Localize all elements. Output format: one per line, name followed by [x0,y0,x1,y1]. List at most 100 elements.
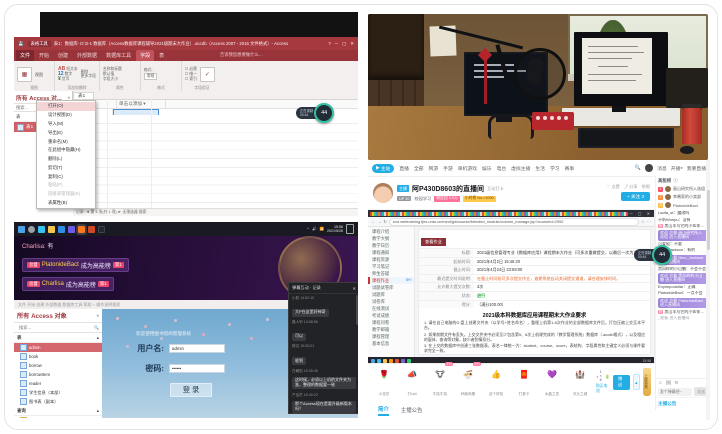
start-stream-link[interactable]: 开播● [671,165,683,172]
danmaku-message-list[interactable]: Laofa_st：魔改吗 不听Wonpu：没有 粉黑山羊与它的小伙伴：不会 欢迎… [656,209,710,378]
app-icon[interactable] [401,359,405,363]
close-icon[interactable]: ✕ [647,211,652,216]
gift-item[interactable]: 🧧 打赏卡 [512,364,536,400]
assignment-page-tab[interactable]: 查看作业 [421,238,446,246]
tray-chevron-icon[interactable]: ^ [307,227,309,231]
gift-item[interactable]: 🌹 小花花 [372,364,396,400]
info-icon[interactable]: ⓘ [673,178,677,184]
smile-icon[interactable]: ☺ [658,380,663,386]
nav-item[interactable]: 赛事 [565,165,575,172]
context-menu-item[interactable]: 导出(E) [37,128,95,137]
context-menu-item[interactable]: 链接表管理器(K) [37,190,95,199]
page-scrollbar[interactable] [706,160,710,420]
nav-group-tables[interactable]: 表 [16,114,21,120]
search-icon[interactable] [28,226,35,233]
follow-button[interactable]: + 关注 3 [621,192,650,201]
context-menu-item[interactable]: 表属性(B) [37,199,95,208]
context-menu-item[interactable]: 在此组中隐藏(H) [37,146,95,155]
ribbon-tab[interactable]: 外部数据 [73,50,101,61]
course-menu-item[interactable]: 试题库 [368,291,414,298]
nav-item[interactable]: 学习 [550,165,560,172]
nav-table-item[interactable]: book [14,352,102,361]
rank-row[interactable]: 2 李酱家的小卖部 [656,193,710,201]
rank-row[interactable]: 1 画山研究所入选组 [656,185,710,193]
edge-icon[interactable] [38,226,45,233]
browser-tabs-crowded[interactable] [370,212,628,216]
course-menu-item[interactable]: 课程管理 [368,333,414,340]
format-select[interactable]: 常规 [144,73,158,80]
login-button[interactable]: 登 录 [170,383,212,397]
short-text-label[interactable]: 短文本 [66,67,77,71]
like-button[interactable]: ♡ 点赞 [607,184,620,190]
edge-icon[interactable] [377,359,381,363]
nav-item[interactable]: 全部 [414,165,424,172]
recorder-timer-ring[interactable]: 44 [652,245,672,265]
nav-group-tables[interactable]: 表 [17,335,21,341]
nav-item[interactable]: 单机游戏 [458,165,477,172]
username-field[interactable] [169,344,225,353]
obs-icon[interactable] [98,226,105,233]
chrome-icon[interactable] [395,359,399,363]
nav-table-item[interactable]: 图书表（副本） [14,397,102,406]
gift-item[interactable]: 半价 🐮 牛哇牛哇 [428,364,452,400]
indexed-checkbox[interactable]: ☐ 索引 [185,77,197,82]
report-button[interactable]: 举报 [642,184,650,190]
dark-chat-scrollbar[interactable] [356,295,358,325]
fans-badge[interactable]: 粉丝团 4.5万 [434,196,460,202]
context-menu-item[interactable]: 导入(M) [37,120,95,129]
forward-icon[interactable]: → [377,219,381,224]
ribbon-tab[interactable]: 数据库工具 [102,50,135,61]
recorder-timer-ring[interactable]: 44 [314,103,334,123]
gift-item[interactable]: 🏰 次元之城 [568,364,592,400]
dark-chat-list[interactable]: 小航 14:52:10 大P在这里好神奇 路人甲 14:58:56 可以 那边 … [289,296,358,414]
save-icon[interactable]: 💾 [18,41,25,46]
screen-recorder-widget[interactable]: 正在录制00:44 44 [296,103,334,123]
context-menu-item[interactable]: 复制(C) [37,172,95,181]
number-label[interactable]: 数字 [65,72,73,76]
gift-item[interactable]: 👍 这个好哇 [484,364,508,400]
course-menu-item[interactable]: 课程资源 [368,256,414,263]
password-field[interactable] [169,364,225,373]
context-menu-item[interactable]: 打开(O) [37,102,95,111]
nav-item[interactable]: 手游 [443,165,453,172]
category-label[interactable]: 校园学习 [414,196,431,202]
app-icon[interactable] [68,226,75,233]
volume-icon[interactable]: 🔊 [312,227,316,231]
ribbon-tab[interactable]: 表 [155,50,168,61]
search-icon[interactable]: 🔍 [94,325,99,330]
share-button[interactable]: ⤴ 分享 [624,184,638,190]
nav-table-item[interactable]: admin [14,343,102,352]
streamer-avatar[interactable] [373,183,393,203]
nav-item[interactable]: 虚拟主播 [511,165,530,172]
rank-title[interactable]: 高能榜 [658,178,671,184]
ribbon-tab[interactable]: 字段 [136,50,154,61]
nav-item[interactable]: 生活 [535,165,545,172]
nav-table-item[interactable]: borrow [14,361,102,370]
context-menu-item[interactable]: 重命名(M) [37,137,95,146]
context-menu-item[interactable]: 删除(L) [37,155,95,164]
collapse-gift-bar[interactable]: ▲ [633,374,640,390]
powerpoint-icon[interactable] [88,226,95,233]
screen-recorder-widget[interactable]: 正在录制00:44 44 [634,245,672,265]
rank-row[interactable]: 3 PlatonideBact [656,201,710,209]
ribbon-tab[interactable]: 开始 [35,50,53,61]
search-icon[interactable]: 🔍 [635,165,641,171]
picture-icon[interactable]: 🖼 [666,380,672,386]
app-icon[interactable] [407,359,411,363]
star-icon[interactable]: ☆ [641,219,645,224]
course-menu-item[interactable]: 试题试卷库 [368,284,414,291]
nav-home-chip[interactable]: ▶ 主站 [372,164,394,173]
go-live-link[interactable]: 我要直播 [687,165,706,172]
course-menu-item[interactable]: 课程问卷 [368,319,414,326]
course-menu-item[interactable]: 课程作业⚙✎ [368,277,414,284]
network-icon[interactable]: 📶 [320,227,324,231]
close-icon[interactable]: ✕ [352,286,356,291]
course-menu-item[interactable]: 教学日历 [368,242,414,249]
file-explorer-icon[interactable] [48,226,55,233]
document-tab[interactable]: 表1 [73,92,94,99]
nav-table-item[interactable]: 学生信息（本部） [14,388,102,397]
course-menu-item[interactable]: 教学大纲 [368,235,414,242]
gift-item[interactable]: 📣 打call [400,364,424,400]
ribbon-tab[interactable]: 文件 [16,50,34,61]
course-menu-item[interactable]: 考试成绩 [368,312,414,319]
